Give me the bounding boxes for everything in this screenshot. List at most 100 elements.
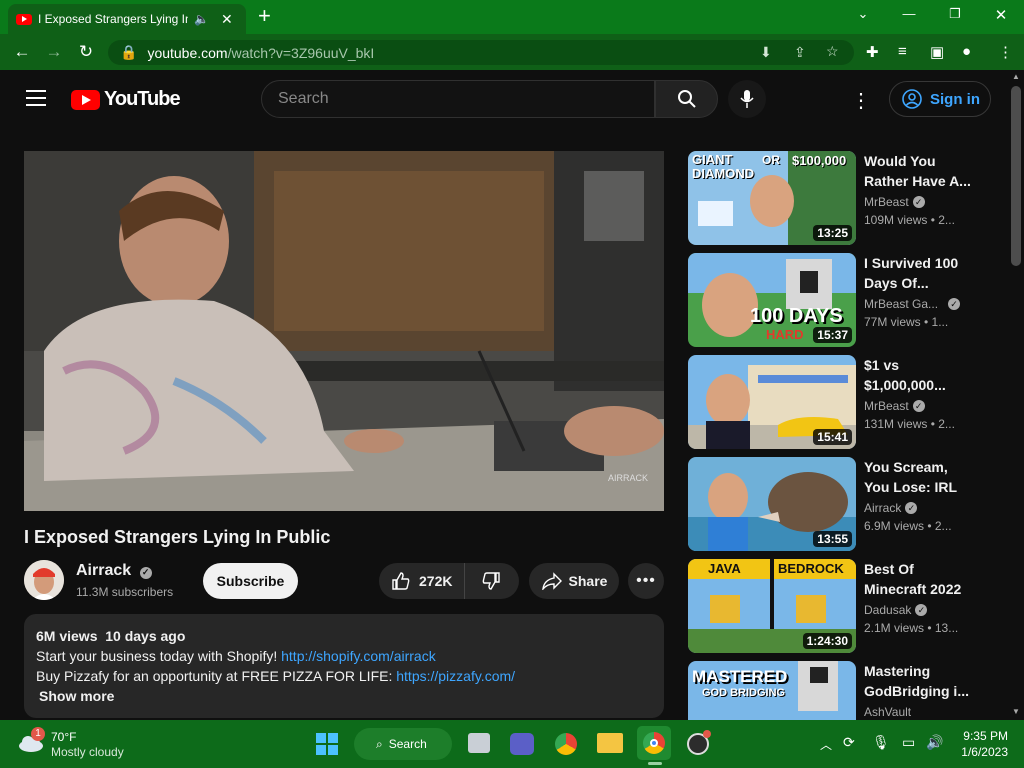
account-icon	[902, 89, 922, 109]
like-button[interactable]: 272K	[379, 563, 465, 599]
tab-title: I Exposed Strangers Lying In Public	[38, 12, 188, 26]
youtube-play-icon	[71, 89, 100, 110]
like-count: 272K	[419, 573, 453, 589]
share-button[interactable]: Share	[529, 563, 619, 599]
video-duration: 15:41	[813, 429, 852, 445]
recommended-title[interactable]: I Survived 100 Days Of...	[864, 253, 974, 293]
recommended-video[interactable]: MASTERED GOD BRIDGING Mastering GodBridg…	[688, 661, 988, 720]
chrome-canary-icon[interactable]	[555, 733, 577, 755]
thumbnail-text: GOD BRIDGING	[702, 687, 786, 699]
recommended-channel[interactable]: Airrack ✓	[864, 501, 918, 515]
url-bar[interactable]: 🔒 youtube.com/watch?v=3Z96uuV_bkI ⬇ ⇪ ☆	[108, 40, 854, 65]
more-dots-icon: •••	[636, 572, 656, 589]
recommended-title[interactable]: You Scream, You Lose: IRL	[864, 457, 974, 497]
recommended-title[interactable]: Best Of Minecraft 2022	[864, 559, 974, 599]
sign-in-button[interactable]: Sign in	[889, 81, 991, 117]
settings-more-icon[interactable]: ⋮	[851, 88, 871, 113]
bookmark-star-icon[interactable]: ☆	[826, 43, 839, 60]
tab-search-icon[interactable]: ⌄	[848, 6, 878, 22]
share-page-icon[interactable]: ⇪	[794, 44, 806, 61]
scroll-up-arrow-icon[interactable]: ▲	[1012, 72, 1020, 81]
media-control-icon[interactable]: ≡	[898, 43, 907, 60]
lock-icon[interactable]: 🔒	[120, 44, 137, 61]
microphone-tray-icon[interactable]: 🎙	[872, 734, 890, 751]
logo-text: YouTube	[104, 88, 181, 110]
recommended-channel[interactable]: MrBeast ✓	[864, 195, 925, 209]
file-explorer-icon[interactable]	[597, 733, 623, 753]
recommended-video[interactable]: 15:41 $1 vs $1,000,000... MrBeast ✓ 131M …	[688, 355, 988, 449]
clock-time[interactable]: 9:35 PM	[960, 729, 1008, 743]
close-tab-icon[interactable]: ✕	[221, 11, 233, 28]
recommended-meta: 77M views • 1...	[864, 315, 949, 329]
profile-icon[interactable]: ●	[962, 43, 971, 60]
windows-start-icon[interactable]	[315, 732, 339, 756]
show-more-button[interactable]: Show more	[36, 686, 652, 706]
show-hidden-icons-chevron-icon[interactable]: ︿	[820, 736, 832, 753]
youtube-logo[interactable]: YouTube	[71, 88, 181, 111]
taskbar-search-label: Search	[388, 737, 427, 751]
install-icon[interactable]: ⬇	[760, 44, 772, 61]
recommended-title[interactable]: Would You Rather Have A...	[864, 151, 974, 191]
side-panel-icon[interactable]: ▣	[930, 43, 944, 61]
url-host: youtube.com	[147, 44, 228, 61]
video-thumbnail[interactable]: 100 DAYS HARD 15:37	[688, 253, 856, 347]
weather-desc: Mostly cloudy	[51, 745, 124, 759]
recommended-channel[interactable]: MrBeast ✓	[864, 399, 925, 413]
video-thumbnail[interactable]: MASTERED GOD BRIDGING	[688, 661, 856, 720]
hamburger-menu-icon[interactable]	[26, 90, 46, 106]
recommended-video[interactable]: 13:55 You Scream, You Lose: IRL Airrack ✓…	[688, 457, 988, 551]
close-window-button[interactable]: ✕	[986, 6, 1016, 24]
scrollbar-thumb[interactable]	[1011, 86, 1021, 266]
recommended-video[interactable]: 100 DAYS HARD 15:37 I Survived 100 Days …	[688, 253, 988, 347]
sign-in-label: Sign in	[930, 90, 980, 108]
video-title: I Exposed Strangers Lying In Public	[24, 527, 331, 547]
taskbar-search-button[interactable]: ⌕ Search	[354, 728, 452, 760]
recommended-channel-label: MrBeast	[864, 195, 909, 209]
more-actions-button[interactable]: •••	[628, 563, 664, 599]
channel-name[interactable]: Airrack ✓	[76, 562, 152, 580]
video-player[interactable]: AIRRACK	[24, 151, 664, 511]
extensions-icon[interactable]: ✚	[866, 43, 879, 61]
network-icon[interactable]: ▭	[902, 734, 915, 751]
forward-arrow-icon[interactable]: →	[38, 42, 70, 62]
browser-tab[interactable]: I Exposed Strangers Lying In Public 🔈 ✕	[8, 4, 246, 34]
clock-date[interactable]: 1/6/2023	[960, 745, 1008, 759]
voice-search-button[interactable]	[728, 80, 766, 118]
recommended-channel[interactable]: Dadusak ✓	[864, 603, 928, 617]
teams-chat-icon[interactable]	[510, 733, 534, 755]
sync-icon[interactable]: ⟳	[843, 734, 855, 751]
video-thumbnail[interactable]: GIANT DIAMOND OR $100,000 13:25	[688, 151, 856, 245]
minimize-button[interactable]: —	[894, 6, 924, 21]
thumbnail-text: JAVA	[708, 561, 741, 576]
thumbnail-text: MASTERED	[692, 667, 788, 686]
pizzafy-link[interactable]: https://pizzafy.com/	[396, 668, 515, 684]
recommended-title[interactable]: Mastering GodBridging i...	[864, 661, 974, 701]
recommended-title[interactable]: $1 vs $1,000,000...	[864, 355, 974, 395]
speaker-icon[interactable]: 🔈	[194, 12, 209, 26]
channel-avatar[interactable]	[24, 560, 64, 600]
browser-menu-icon[interactable]: ⋮	[998, 43, 1013, 61]
recommended-video[interactable]: GIANT DIAMOND OR $100,000 13:25 Would Yo…	[688, 151, 988, 245]
description-box[interactable]: 6M views 10 days ago Start your business…	[24, 614, 664, 718]
task-view-icon[interactable]	[468, 733, 490, 753]
recommended-video[interactable]: JAVA BEDROCK 1:24:30 Best Of Minecraft 2…	[688, 559, 988, 653]
recommended-channel[interactable]: MrBeast Ga... ✓	[864, 297, 961, 311]
subscribe-button[interactable]: Subscribe	[203, 563, 298, 599]
maximize-button[interactable]: ❐	[940, 6, 970, 22]
new-tab-button[interactable]: +	[258, 4, 271, 28]
video-thumbnail[interactable]: JAVA BEDROCK 1:24:30	[688, 559, 856, 653]
reload-icon[interactable]: ↻	[70, 42, 102, 62]
video-thumbnail[interactable]: 15:41	[688, 355, 856, 449]
scroll-down-arrow-icon[interactable]: ▼	[1012, 707, 1020, 716]
search-button[interactable]	[655, 80, 718, 118]
windows-logo-icon	[316, 733, 338, 755]
recommended-channel-label: MrBeast	[864, 399, 909, 413]
back-arrow-icon[interactable]: ←	[6, 42, 38, 62]
verified-check-icon: ✓	[915, 604, 928, 616]
video-thumbnail[interactable]: 13:55	[688, 457, 856, 551]
volume-icon[interactable]: 🔊	[926, 734, 943, 751]
dislike-button[interactable]	[465, 563, 517, 599]
shopify-link[interactable]: http://shopify.com/airrack	[281, 648, 436, 664]
recommended-channel[interactable]: AshVault	[864, 705, 911, 719]
search-input[interactable]: Search	[261, 80, 655, 118]
